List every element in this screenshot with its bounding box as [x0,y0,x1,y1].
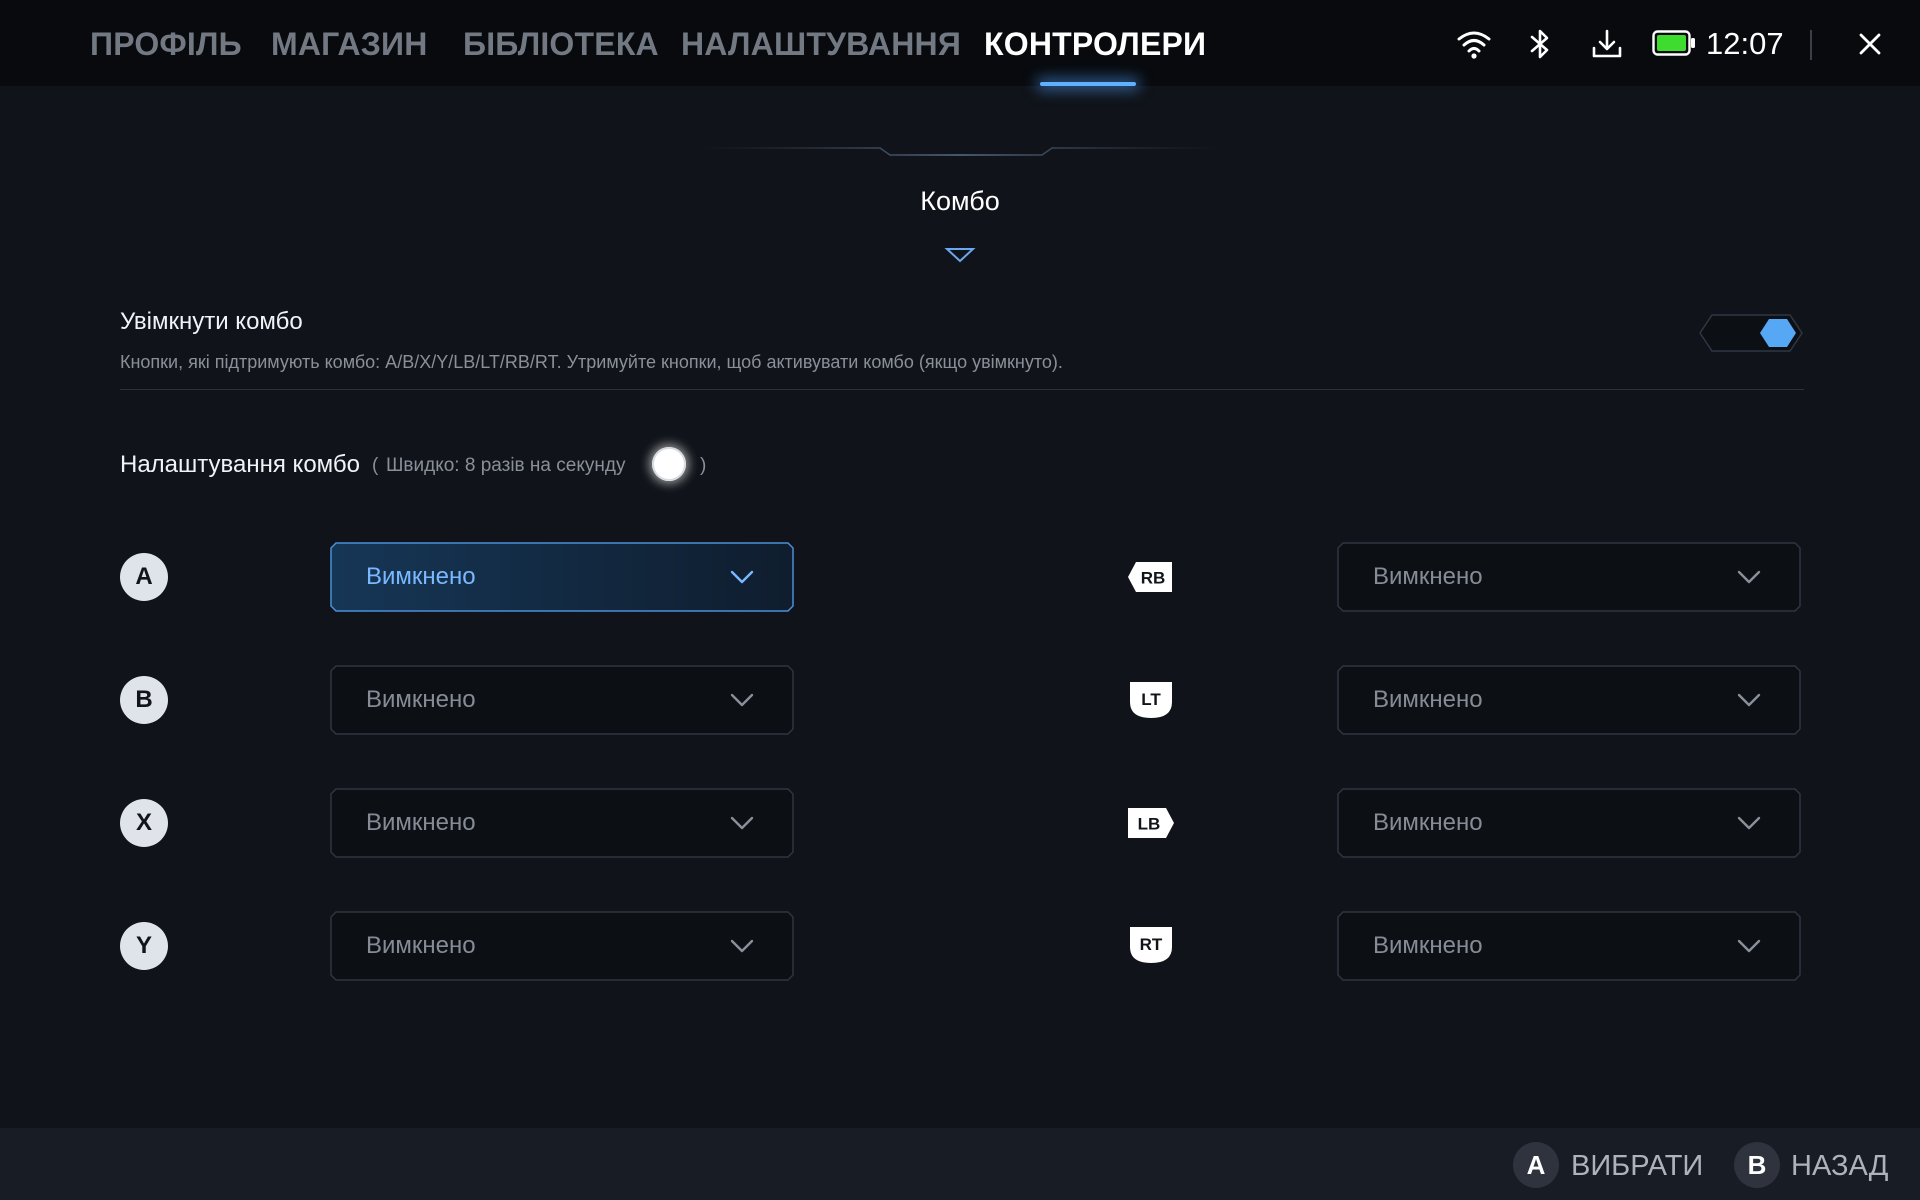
chevron-down-icon [730,816,754,830]
dropdown-value: Вимкнено [366,932,476,959]
battery-icon [1652,30,1695,56]
hint-a-button-icon: A [1513,1142,1559,1188]
chevron-down-icon [1737,939,1761,953]
enable-combo-description: Кнопки, які підтримують комбо: A/B/X/Y/L… [120,352,1063,372]
bluetooth-icon [1530,29,1549,59]
dropdown-y[interactable]: Вимкнено [330,911,794,981]
lt-button-label: LT [1141,690,1161,709]
dropdown-x[interactable]: Вимкнено [330,788,794,858]
dropdown-b[interactable]: Вимкнено [330,665,794,735]
dropdown-lt[interactable]: Вимкнено [1337,665,1801,735]
dropdown-value: Вимкнено [1373,686,1483,713]
combo-speed-slider-knob[interactable] [652,447,686,481]
enable-combo-title: Увімкнути комбо [120,308,303,335]
chevron-down-icon [1737,816,1761,830]
combo-speed-paren-close: ) [700,455,707,476]
dropdown-value: Вимкнено [1373,809,1483,836]
lt-button-icon: LT [1130,682,1172,718]
tab-settings[interactable]: НАЛАШТУВАННЯ [681,22,961,66]
tab-store[interactable]: МАГАЗИН [271,22,428,66]
dropdown-value: Вимкнено [366,686,476,713]
rb-button-label: RB [1141,569,1166,588]
chevron-down-icon [730,693,754,707]
chevron-down-icon [1737,570,1761,584]
button-x-icon: X [120,799,168,847]
lb-button-label: LB [1138,815,1161,834]
dropdown-rt[interactable]: Вимкнено [1337,911,1801,981]
lb-button-icon: LB [1128,808,1174,838]
combo-speed-label: Швидко: 8 разів на секунду [386,455,626,476]
section-title: Комбо [920,186,1000,216]
divider [1810,30,1812,60]
rb-button-icon: RB [1128,562,1172,592]
section-divider [120,389,1804,390]
button-a-icon: A [120,553,168,601]
tab-controllers[interactable]: КОНТРОЛЕРИ [984,22,1206,66]
chevron-down-icon [730,939,754,953]
dropdown-value: Вимкнено [1373,563,1483,590]
rt-button-icon: RT [1130,927,1172,963]
combo-speed-paren-open: ( [372,455,379,476]
dropdown-lb[interactable]: Вимкнено [1337,788,1801,858]
hint-b-button-icon: B [1734,1142,1780,1188]
chevron-down-icon [730,570,754,584]
wifi-icon [1457,31,1491,59]
tab-profile[interactable]: ПРОФІЛЬ [90,22,242,66]
dropdown-value: Вимкнено [1373,932,1483,959]
button-b-icon: B [120,676,168,724]
combo-settings-title: Налаштування комбо [120,451,360,478]
chevron-down-icon [1737,693,1761,707]
download-icon [1592,29,1622,58]
dropdown-rb[interactable]: Вимкнено [1337,542,1801,612]
active-tab-indicator [1040,82,1136,86]
back-hint-button[interactable]: НАЗАД [1791,1146,1888,1186]
top-nav-bar: ПРОФІЛЬ МАГАЗИН БІБЛІОТЕКА НАЛАШТУВАННЯ … [0,0,1920,86]
clock: 12:07 [1706,26,1784,61]
rt-button-label: RT [1140,935,1163,954]
close-icon[interactable] [1852,26,1888,62]
dropdown-value: Вимкнено [366,809,476,836]
select-hint-button[interactable]: ВИБРАТИ [1571,1146,1703,1186]
button-y-icon: Y [120,922,168,970]
enable-combo-toggle[interactable] [1698,313,1804,353]
dropdown-value: Вимкнено [366,563,476,590]
tab-library[interactable]: БІБЛІОТЕКА [463,22,659,66]
dropdown-a[interactable]: Вимкнено [330,542,794,612]
